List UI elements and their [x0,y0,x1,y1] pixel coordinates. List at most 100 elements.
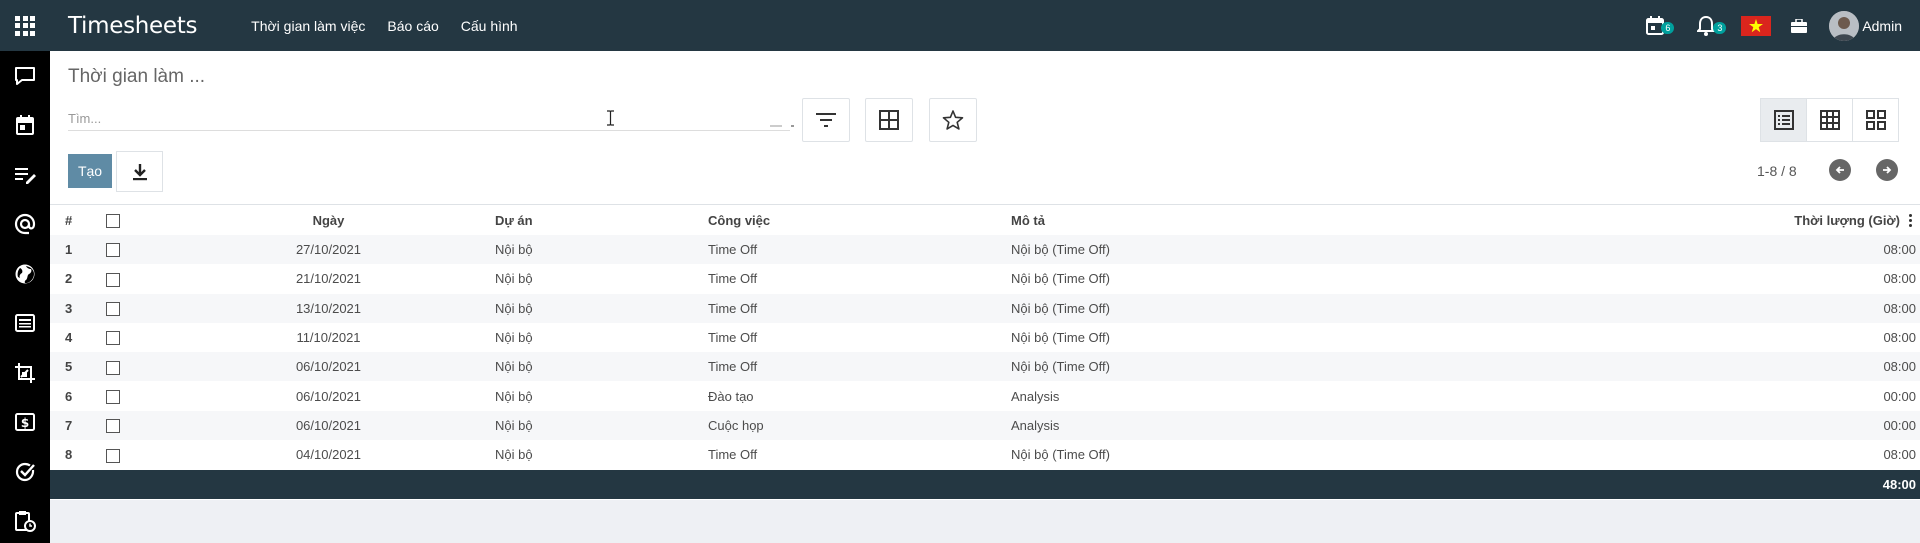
row-number: 4 [50,322,92,353]
notes-icon[interactable] [0,150,50,200]
row-checkbox[interactable] [106,360,120,375]
select-all-checkbox[interactable] [106,213,120,228]
column-header-duration-label: Thời lượng (Giờ) [1794,212,1900,228]
row-checkbox-cell [92,381,162,411]
check-circle-icon[interactable] [0,447,50,497]
row-date: 27/10/2021 [162,235,495,265]
row-number: 1 [50,235,92,265]
row-task: Time Off [708,440,1011,470]
table-row[interactable]: 6 06/10/2021 Nội bộ Đào tạo Analysis 00:00 [50,381,1920,411]
column-header-project[interactable]: Dự án [495,205,708,235]
user-name: Admin [1862,17,1902,34]
apps-menu-icon[interactable] [0,0,50,51]
filter-button[interactable] [802,98,850,142]
arrow-right-icon [1883,166,1892,174]
column-header-date[interactable]: Ngày [162,205,495,235]
row-checkbox[interactable] [106,302,120,317]
row-project: Nội bộ [495,381,708,411]
company-switcher-button[interactable] [1791,18,1808,33]
row-number: 7 [50,410,92,441]
column-header-number: # [50,205,92,235]
row-description: Nội bộ (Time Off) [1011,235,1571,265]
search-divider-dot [791,125,794,127]
dollar-bill-icon[interactable]: $ [0,398,50,448]
activity-button[interactable]: 6 [1645,15,1675,36]
notifications-button[interactable]: 3 [1697,15,1727,36]
row-checkbox[interactable] [106,243,120,258]
row-number: 8 [50,440,92,470]
row-checkbox[interactable] [106,389,120,404]
row-date: 06/10/2021 [162,410,495,441]
table-row[interactable]: 5 06/10/2021 Nội bộ Time Off Nội bộ (Time Of… [50,352,1920,382]
row-checkbox[interactable] [106,419,120,434]
row-description: Analysis [1011,381,1571,411]
row-description: Analysis [1011,410,1571,441]
kanban-view-button[interactable] [1852,98,1899,142]
at-sign-icon[interactable] [0,200,50,250]
row-number: 3 [50,293,92,323]
star-icon [942,110,964,130]
calendar-icon[interactable] [0,101,50,151]
column-header-task[interactable]: Công việc [708,205,1011,235]
arrow-left-icon [1835,166,1844,174]
app-title[interactable]: Timesheets [68,13,197,39]
language-flag-icon[interactable] [1741,15,1772,36]
briefcase-icon [1791,18,1808,33]
chat-icon[interactable] [0,51,50,101]
group-by-button[interactable] [865,98,913,142]
row-number: 2 [50,264,92,294]
menu-item-timesheets[interactable]: Thời gian làm việc [251,18,365,34]
favorites-button[interactable] [929,98,977,142]
search-input[interactable] [68,107,790,131]
row-date: 06/10/2021 [162,381,495,411]
pager-previous-button[interactable] [1829,159,1851,181]
table-row[interactable]: 1 27/10/2021 Nội bộ Time Off Nội bộ (Time Of… [50,235,1920,265]
list-view-icon [1773,110,1794,130]
create-button[interactable]: Tạo [68,154,112,188]
globe-icon[interactable] [0,249,50,299]
row-checkbox-cell [92,322,162,353]
row-checkbox-cell [92,293,162,323]
filter-icon [816,113,836,127]
list-view-button[interactable] [1760,98,1807,142]
row-duration: 08:00 [1571,235,1920,265]
row-project: Nội bộ [495,410,708,441]
search-divider [770,125,782,127]
row-number: 6 [50,381,92,411]
timesheet-table: # Ngày Dự án Công việc Mô tả Thời lượng … [50,205,1920,470]
row-duration: 08:00 [1571,352,1920,382]
pager-value[interactable]: 1-8 / 8 [1757,163,1797,179]
timesheet-list: # Ngày Dự án Công việc Mô tả Thời lượng … [50,205,1920,500]
row-checkbox-cell [92,410,162,441]
grid-view-button[interactable] [1806,98,1853,142]
row-description: Nội bộ (Time Off) [1011,352,1571,382]
table-row[interactable]: 4 11/10/2021 Nội bộ Time Off Nội bộ (Time Of… [50,322,1920,353]
user-menu[interactable]: Admin [1829,10,1902,41]
column-header-duration[interactable]: Thời lượng (Giờ) [1571,205,1920,235]
total-duration: 48:00 [1882,477,1916,492]
row-checkbox[interactable] [106,448,120,463]
row-checkbox[interactable] [106,272,120,287]
view-switcher [1760,98,1899,142]
menu-item-configuration[interactable]: Cấu hình [461,18,518,34]
row-number: 5 [50,352,92,382]
table-row[interactable]: 3 13/10/2021 Nội bộ Time Off Nội bộ (Time Of… [50,293,1920,323]
row-checkbox[interactable] [106,331,120,346]
row-task: Time Off [708,293,1011,323]
select-all-checkbox-cell [92,205,162,235]
column-header-description[interactable]: Mô tả [1011,205,1571,235]
table-row[interactable]: 2 21/10/2021 Nội bộ Time Off Nội bộ (Time Of… [50,264,1920,294]
clipboard-clock-icon[interactable] [0,497,50,543]
download-icon [132,163,147,180]
optional-columns-icon[interactable] [1909,213,1912,227]
crop-tool-icon[interactable] [0,348,50,398]
row-task: Time Off [708,322,1011,353]
pager-next-button[interactable] [1876,159,1898,181]
download-button[interactable] [116,151,163,192]
table-row[interactable]: 8 04/10/2021 Nội bộ Time Off Nội bộ (Time Of… [50,440,1920,470]
menu-item-reporting[interactable]: Báo cáo [387,18,438,34]
row-project: Nội bộ [495,352,708,382]
newspaper-icon[interactable] [0,299,50,349]
table-row[interactable]: 7 06/10/2021 Nội bộ Cuộc họp Analysis 00:00 [50,410,1920,441]
row-date: 13/10/2021 [162,293,495,323]
